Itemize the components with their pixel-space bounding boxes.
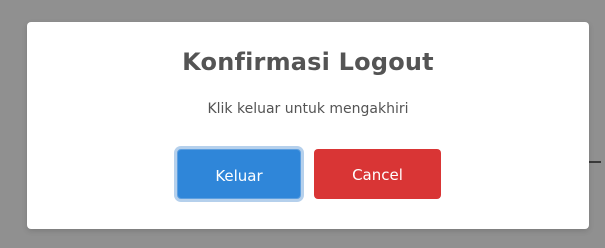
dialog-message: Klik keluar untuk mengakhiri (207, 101, 409, 117)
logout-confirmation-dialog: Konfirmasi Logout Klik keluar untuk meng… (27, 22, 589, 229)
dialog-title: Konfirmasi Logout (182, 48, 434, 76)
cancel-button[interactable]: Cancel (314, 149, 441, 199)
background-mark (589, 161, 601, 163)
logout-confirm-button[interactable]: Keluar (177, 149, 301, 199)
